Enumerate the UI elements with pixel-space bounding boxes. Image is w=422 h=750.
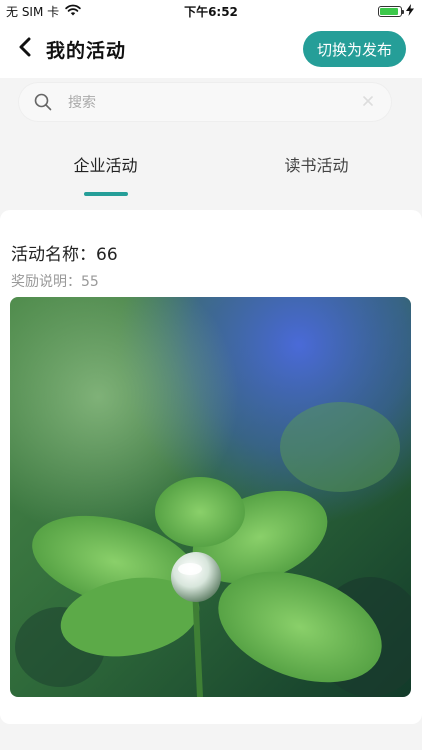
status-right bbox=[378, 4, 414, 19]
tab-enterprise-activities[interactable]: 企业活动 bbox=[0, 130, 211, 198]
chevron-left-icon bbox=[18, 37, 32, 61]
tab-label: 企业活动 bbox=[73, 156, 138, 175]
battery-icon bbox=[378, 6, 404, 17]
switch-to-publish-button[interactable]: 切换为发布 bbox=[302, 31, 406, 67]
charging-icon bbox=[406, 4, 414, 19]
activity-name: 活动名称：66 bbox=[11, 245, 118, 265]
status-bar: 无 SIM 卡 下午6:52 bbox=[0, 0, 422, 22]
status-time: 下午6:52 bbox=[184, 5, 238, 19]
tab-reading-activities[interactable]: 读书活动 bbox=[211, 130, 422, 198]
search-area bbox=[0, 78, 422, 130]
tab-label: 读书活动 bbox=[284, 156, 349, 175]
search-box[interactable] bbox=[18, 82, 392, 122]
back-button[interactable] bbox=[12, 36, 38, 62]
activity-reward: 奖励说明：55 bbox=[11, 274, 99, 290]
nav-bar: 我的活动 切换为发布 bbox=[0, 22, 422, 78]
active-tab-indicator bbox=[84, 192, 128, 196]
activity-image[interactable] bbox=[10, 297, 411, 697]
search-icon bbox=[34, 93, 52, 115]
tab-bar: 企业活动 读书活动 bbox=[0, 130, 422, 198]
clear-icon[interactable] bbox=[360, 93, 376, 113]
activity-card[interactable]: 活动名称：66 奖励说明：55 bbox=[0, 210, 422, 724]
page-title: 我的活动 bbox=[46, 40, 127, 62]
search-input[interactable] bbox=[66, 90, 360, 116]
